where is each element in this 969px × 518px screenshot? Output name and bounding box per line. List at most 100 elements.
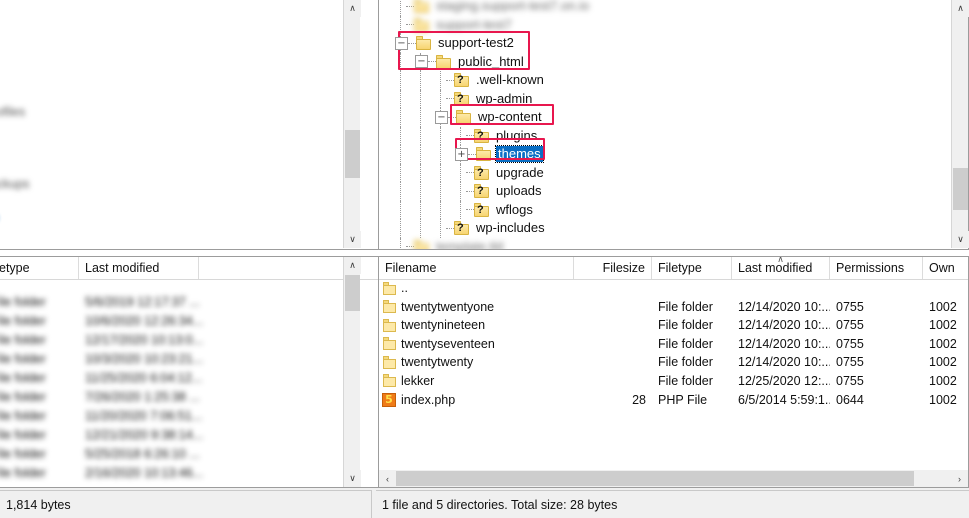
tree-connector — [406, 246, 414, 248]
table-row[interactable]: .. — [379, 279, 968, 298]
tree-item[interactable]: − wp-content — [379, 108, 951, 127]
tree-item[interactable]: + themes — [379, 145, 951, 164]
list-item[interactable]: File folder 12/21/2020 9:38:14... — [0, 426, 378, 445]
tree-connector — [466, 209, 474, 211]
tree-item[interactable]: ? .well-known — [379, 71, 951, 90]
scroll-down-icon[interactable]: ∨ — [344, 470, 361, 487]
table-row[interactable]: 5 index.php 28 PHP File 6/5/2014 5:59:1... 06… — [379, 391, 968, 410]
scroll-down-icon[interactable]: ∨ — [344, 231, 361, 248]
list-item[interactable]: File folder 11/25/2020 6:04:12... — [0, 369, 378, 388]
remote-tree-scroll-thumb[interactable] — [953, 168, 968, 210]
scroll-up-icon[interactable]: ∧ — [344, 0, 361, 17]
cell-filetype: PHP File — [658, 392, 708, 407]
cell-filename: twentynineteen — [401, 318, 486, 333]
list-item[interactable]: File folder 2/16/2020 10:13:46... — [0, 464, 378, 483]
remote-list-horizontal-scrollbar[interactable]: ‹ › — [379, 470, 968, 487]
local-column-header-filetype[interactable]: etype — [0, 257, 79, 279]
column-header-permissions[interactable]: Permissions — [830, 257, 923, 279]
cell-owner: 1002 — [929, 373, 957, 388]
tree-connector — [466, 172, 474, 174]
list-item[interactable]: File folder 5/6/2019 12:17:37 ... — [0, 293, 378, 312]
remote-status-text: 1 file and 5 directories. Total size: 28… — [382, 497, 618, 512]
list-item[interactable]: File folder 7/26/2020 1:25:38 ... — [0, 388, 378, 407]
column-header-filetype[interactable]: Filetype — [652, 257, 732, 279]
local-column-header-last-modified[interactable]: Last modified — [79, 257, 199, 279]
hscroll-track[interactable] — [396, 470, 951, 487]
collapse-icon[interactable]: − — [435, 110, 448, 124]
cell-filetype: File folder — [658, 336, 713, 351]
tree-guide-line — [400, 200, 401, 219]
tree-item[interactable]: ? uploads — [379, 182, 951, 201]
tree-item[interactable]: support-test7 — [379, 15, 951, 34]
tree-connector — [446, 79, 454, 81]
column-header-owner[interactable]: Own — [923, 257, 969, 279]
list-item[interactable]: File folder 5/25/2018 6:26:10 ... — [0, 445, 378, 464]
remote-tree-scrollport[interactable]: staging.support-test7.on.io support-test7… — [379, 0, 951, 249]
tree-item[interactable]: ? upgrade — [379, 163, 951, 182]
local-file-list-pane[interactable]: etype Last modified File folder 5/6/2019… — [0, 256, 379, 488]
column-header-last-modified[interactable]: ∧ Last modified — [732, 257, 830, 279]
table-row[interactable]: twentyseventeen File folder 12/14/2020 10:… — [379, 335, 968, 354]
tree-guide-line — [400, 71, 401, 90]
remote-tree-nodes[interactable]: staging.support-test7.on.io support-test7… — [379, 0, 951, 249]
tree-item[interactable]: staging.support-test7.on.io — [379, 0, 951, 16]
cell-filesize — [574, 298, 652, 317]
tree-item-label: upgrade — [496, 164, 544, 180]
scroll-up-icon[interactable]: ∧ — [344, 257, 361, 274]
local-tree-pane[interactable]: profiles backups ∧ ∨ — [0, 0, 379, 250]
local-list-vertical-scrollbar[interactable]: ∧ ∨ — [343, 257, 361, 487]
tree-item[interactable]: − support-test2 — [379, 34, 951, 53]
tree-item[interactable]: − public_html — [379, 52, 951, 71]
column-header-filesize[interactable]: Filesize — [574, 257, 652, 279]
remote-tree-vertical-scrollbar[interactable]: ∧ ∨ — [951, 0, 969, 248]
table-row[interactable]: twentytwenty File folder 12/14/2020 10:...… — [379, 353, 968, 372]
tree-guide-line — [400, 219, 401, 238]
local-tree-scroll-thumb[interactable] — [345, 130, 360, 178]
tree-item[interactable]: ? plugins — [379, 126, 951, 145]
tree-item-label: .well-known — [476, 72, 544, 88]
collapse-icon[interactable]: − — [415, 55, 428, 69]
cell-filesize: 28 — [632, 392, 646, 407]
list-item[interactable]: File folder 12/17/2020 10:13:0... — [0, 331, 378, 350]
tree-item[interactable]: ? wp-includes — [379, 219, 951, 238]
tree-item-label: wp-admin — [476, 90, 533, 106]
folder-icon — [414, 0, 430, 14]
tree-item-label: plugins — [496, 127, 538, 143]
collapse-icon[interactable]: − — [395, 36, 408, 50]
local-column-header-blank[interactable] — [199, 257, 343, 279]
list-item[interactable]: File folder 10/3/2020 10:23:21... — [0, 350, 378, 369]
list-item[interactable]: File folder 10/6/2020 12:26:34... — [0, 312, 378, 331]
cell-filename: lekker — [401, 373, 435, 388]
scroll-left-icon[interactable]: ‹ — [379, 470, 396, 487]
remote-tree-pane[interactable]: staging.support-test7.on.io support-test7… — [378, 0, 969, 250]
list-item[interactable]: File folder 11/20/2020 7:06:51... — [0, 407, 378, 426]
table-row[interactable]: twentynineteen File folder 12/14/2020 10:.… — [379, 316, 968, 335]
column-header-filename[interactable]: Filename — [379, 257, 574, 279]
tree-item[interactable]: ? wflogs — [379, 200, 951, 219]
table-row[interactable]: twentytwentyone File folder 12/14/2020 10:… — [379, 298, 968, 317]
local-list-scroll-thumb[interactable] — [345, 275, 360, 311]
expand-icon[interactable]: + — [455, 147, 468, 161]
local-file-list-rows[interactable]: File folder 5/6/2019 12:17:37 ... File f… — [0, 279, 378, 487]
cell-last-modified: 12/25/2020 12:... — [738, 373, 830, 388]
folder-icon — [476, 147, 492, 162]
remote-file-list-pane[interactable]: Filename Filesize Filetype ∧ Last modifi… — [378, 256, 969, 488]
tree-connector — [448, 116, 456, 118]
table-row[interactable]: lekker File folder 12/25/2020 12:... 0755 10… — [379, 372, 968, 391]
remote-file-list-header[interactable]: Filename Filesize Filetype ∧ Last modifi… — [379, 257, 968, 280]
local-tree-item-backups[interactable]: backups — [0, 177, 30, 191]
remote-file-list-rows[interactable]: .. twentytwentyone File folder 12/14/2020 1… — [379, 279, 968, 487]
local-file-list-header[interactable]: etype Last modified — [0, 257, 378, 280]
remote-list-hscroll-thumb[interactable] — [396, 471, 914, 486]
tree-item[interactable]: template.tld — [379, 237, 951, 249]
scroll-up-icon[interactable]: ∧ — [952, 0, 969, 17]
scroll-right-icon[interactable]: › — [951, 470, 968, 487]
local-tree-item-profiles[interactable]: profiles — [0, 105, 25, 119]
scroll-down-icon[interactable]: ∨ — [952, 231, 969, 248]
tree-item[interactable]: ? wp-admin — [379, 89, 951, 108]
tree-connector — [446, 98, 454, 100]
local-tree-vertical-scrollbar[interactable]: ∧ ∨ — [343, 0, 361, 248]
